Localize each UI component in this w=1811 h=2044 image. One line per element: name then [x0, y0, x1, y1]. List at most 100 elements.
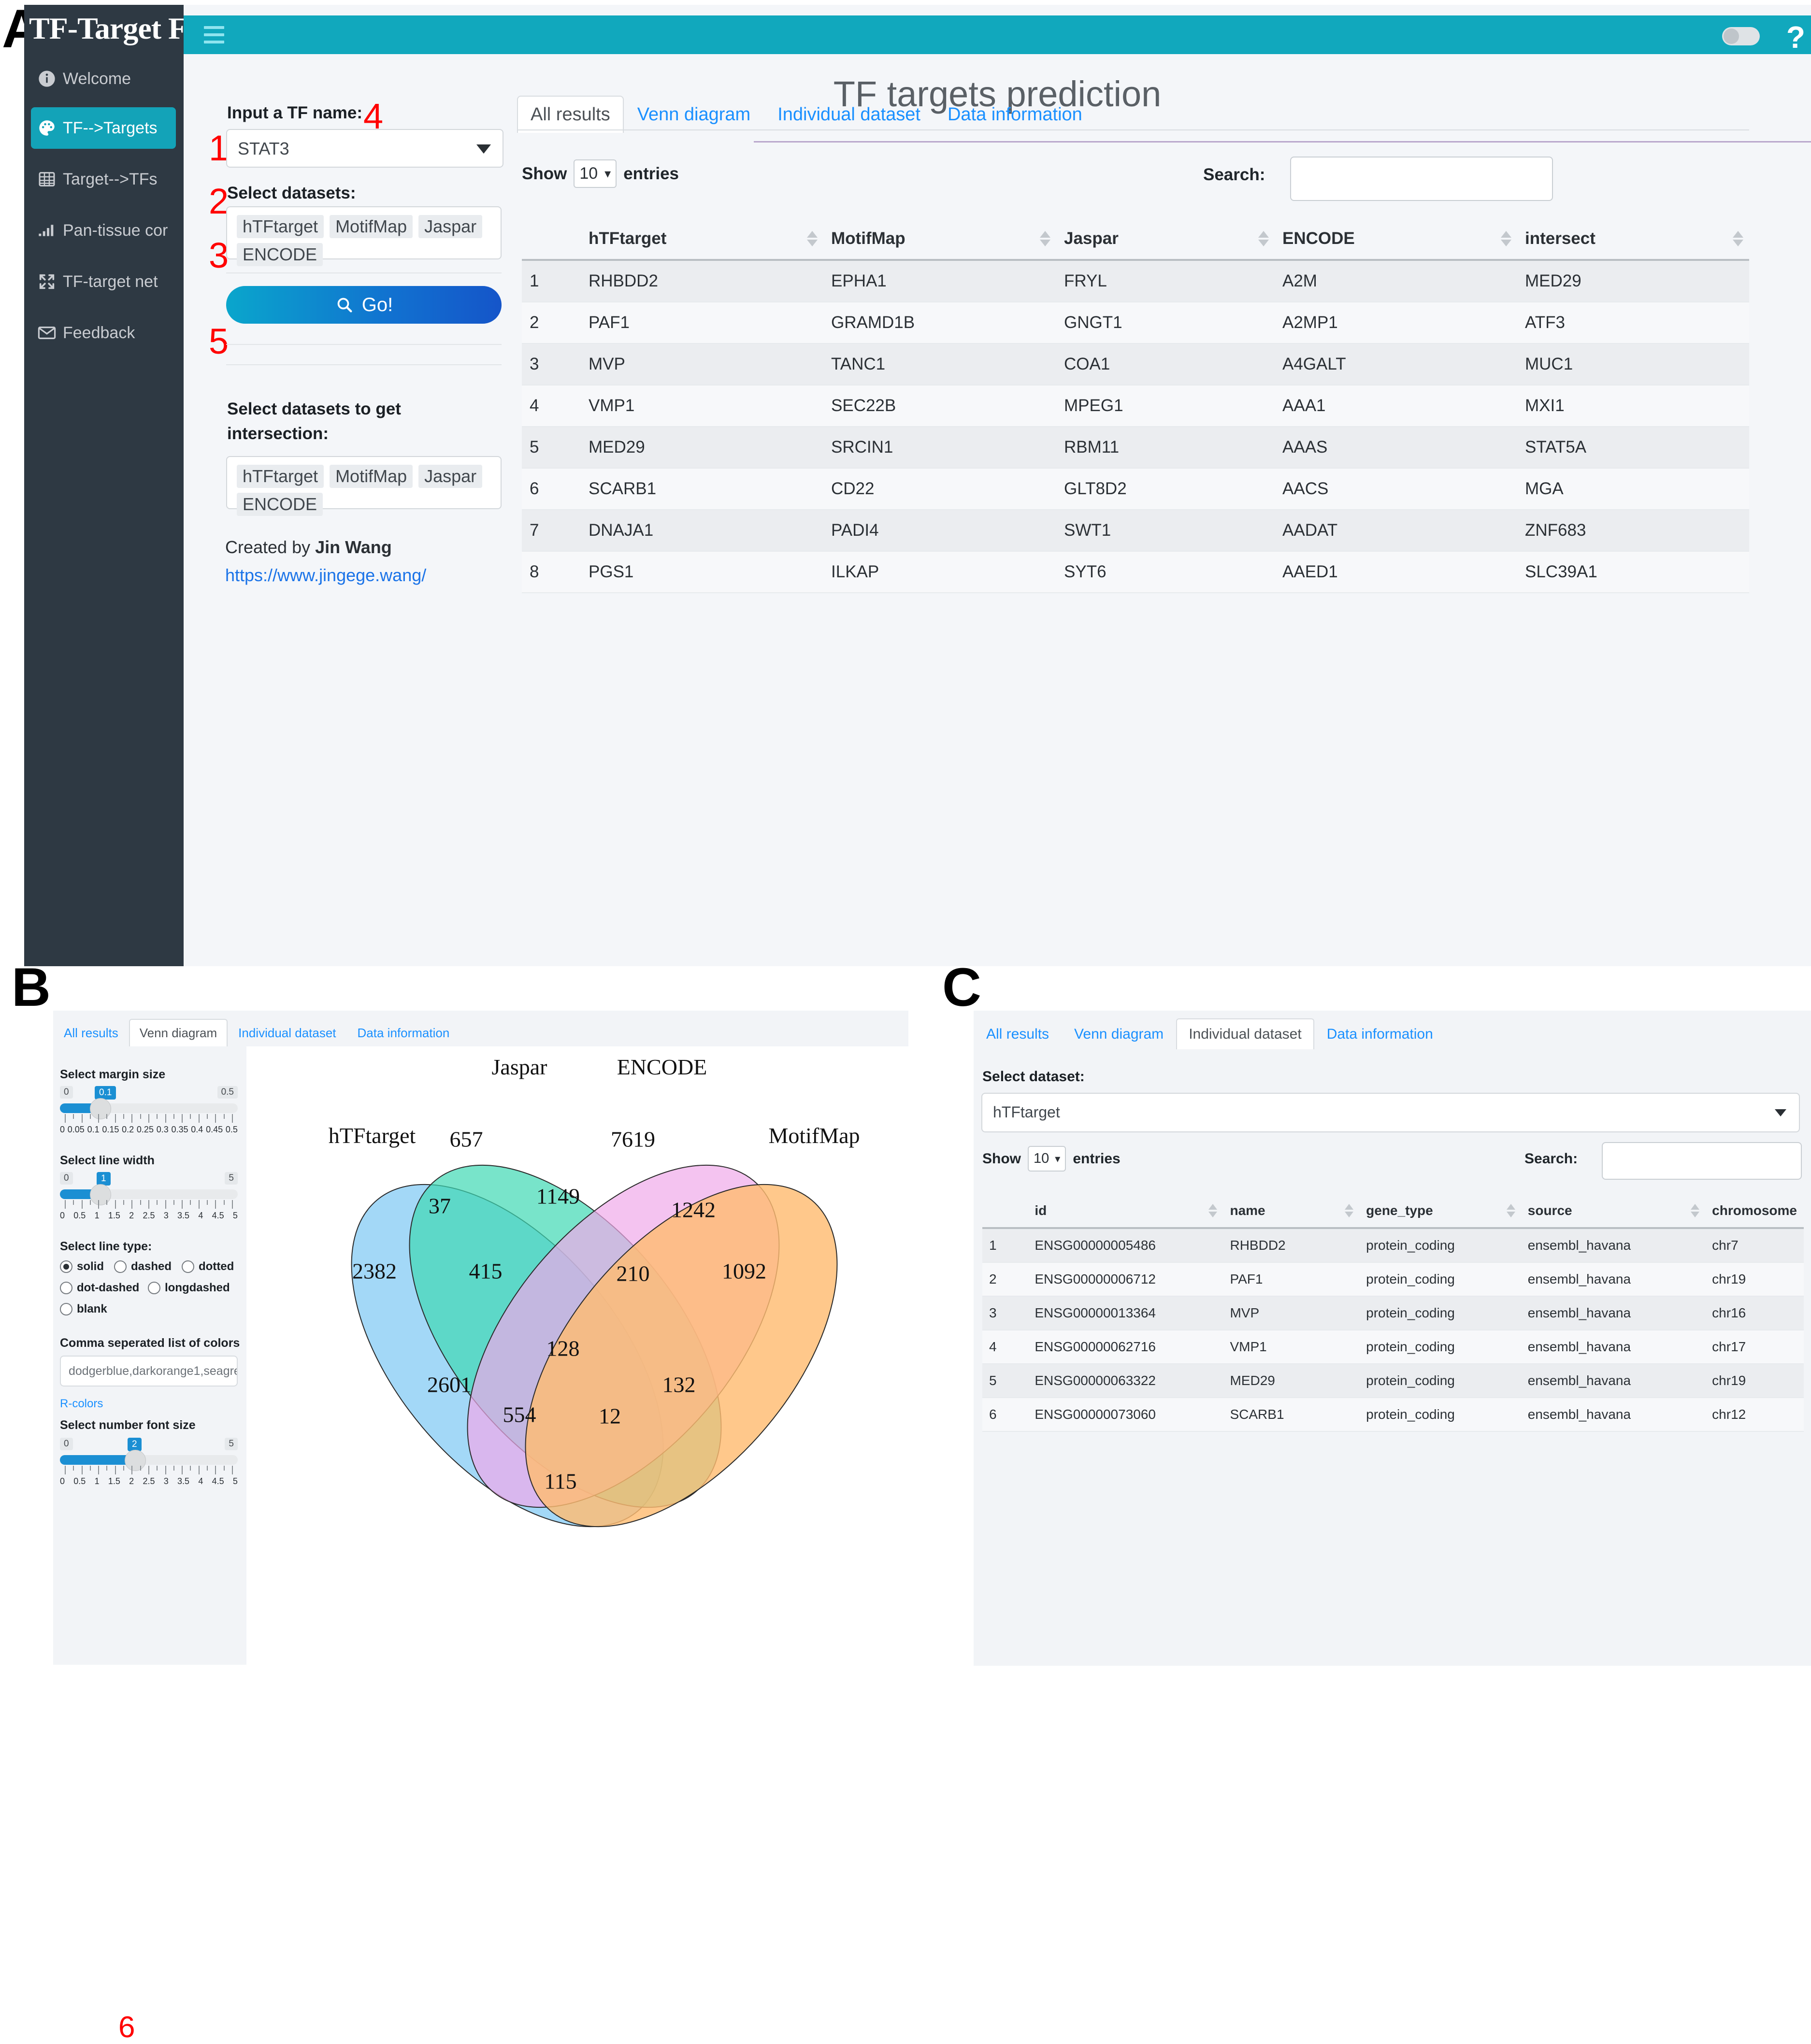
tab-venn-diagram[interactable]: Venn diagram [624, 96, 764, 133]
line-width-slider[interactable]: 0 1 5 00.511.522.533.544.55 [60, 1172, 238, 1229]
th-gene-type[interactable]: gene_type [1359, 1194, 1521, 1228]
slider-ticks [65, 1466, 233, 1474]
table-row[interactable]: 7DNAJA1PADI4SWT1AADATZNF683 [522, 510, 1749, 551]
show-label: Show [522, 164, 567, 184]
intersection-chip[interactable]: MotifMap [330, 465, 413, 488]
table-header-row: hTFtarget MotifMap Jaspar ENCODE interse… [522, 218, 1749, 260]
sort-arrows-icon[interactable] [807, 231, 818, 246]
cell: protein_coding [1359, 1364, 1521, 1398]
tab-all-results[interactable]: All results [974, 1018, 1062, 1049]
table-row[interactable]: 3ENSG00000013364MVPprotein_codingensembl… [982, 1296, 1804, 1330]
radio-dot-dashed[interactable]: dot-dashed [60, 1281, 139, 1295]
tab-individual-dataset[interactable]: Individual dataset [1176, 1018, 1314, 1049]
th-name[interactable]: name [1223, 1194, 1359, 1228]
credit-link[interactable]: https://www.jingege.wang/ [225, 565, 426, 586]
radio-longdashed[interactable]: longdashed [148, 1281, 230, 1295]
sidebar-item-target-tfs[interactable]: Target-->TFs [31, 158, 176, 200]
search-input[interactable] [1290, 157, 1553, 201]
radio-blank[interactable]: blank [60, 1302, 107, 1316]
tab-all-results[interactable]: All results [53, 1019, 129, 1046]
table-row[interactable]: 8PGS1ILKAPSYT6AAED1SLC39A1 [522, 551, 1749, 593]
table-row[interactable]: 4VMP1SEC22BMPEG1AAA1MXI1 [522, 385, 1749, 427]
slider-value: 2 [128, 1438, 142, 1451]
sidebar-item-tf-target-net[interactable]: TF-target net [31, 261, 176, 302]
entries-select[interactable]: 10 ▾ [1028, 1146, 1066, 1172]
sidebar-item-feedback[interactable]: Feedback [31, 312, 176, 354]
number-font-size-slider[interactable]: 0 2 5 00.511.522.533.544.55 [60, 1438, 238, 1495]
sidebar-item-label: Target-->TFs [63, 170, 158, 189]
th-jaspar[interactable]: Jaspar [1056, 218, 1275, 260]
th-encode[interactable]: ENCODE [1275, 218, 1517, 260]
table-row[interactable]: 3MVPTANC1COA1A4GALTMUC1 [522, 343, 1749, 385]
select-datasets-field[interactable]: hTFtargetMotifMapJasparENCODE [226, 206, 502, 259]
intersection-datasets-field[interactable]: hTFtargetMotifMapJasparENCODE [226, 456, 502, 509]
tab-data-information[interactable]: Data information [934, 96, 1096, 133]
tab-data-information[interactable]: Data information [1314, 1018, 1446, 1049]
sidebar-item-pan-tissue-cor[interactable]: Pan-tissue cor [31, 210, 176, 251]
th-intersect[interactable]: intersect [1517, 218, 1749, 260]
radio-solid[interactable]: solid [60, 1260, 104, 1273]
sort-arrows-icon[interactable] [1733, 231, 1743, 246]
sidebar-item-welcome[interactable]: Welcome [31, 58, 176, 100]
table-row[interactable]: 2ENSG00000006712PAF1protein_codingensemb… [982, 1262, 1804, 1296]
tab-individual-dataset[interactable]: Individual dataset [228, 1019, 346, 1046]
tab-underline [517, 129, 1749, 130]
dataset-chip[interactable]: MotifMap [330, 215, 413, 238]
hamburger-menu-icon[interactable] [204, 26, 224, 43]
theme-toggle-switch[interactable] [1722, 27, 1760, 45]
tab-all-results[interactable]: All results [517, 96, 624, 133]
th-motifmap[interactable]: MotifMap [823, 218, 1056, 260]
table-row[interactable]: 5ENSG00000063322MED29protein_codingensem… [982, 1364, 1804, 1398]
sort-arrows-icon[interactable] [1507, 1204, 1515, 1217]
go-button[interactable]: Go! [226, 286, 502, 324]
th-htftarget[interactable]: hTFtarget [581, 218, 823, 260]
table-row[interactable]: 1ENSG00000005486RHBDD2protein_codingense… [982, 1228, 1804, 1262]
cell: SCARB1 [581, 468, 823, 510]
th-source[interactable]: source [1521, 1194, 1705, 1228]
table-row[interactable]: 6ENSG00000073060SCARB1protein_codingense… [982, 1398, 1804, 1431]
radio-dashed[interactable]: dashed [114, 1260, 172, 1273]
dataset-chip[interactable]: hTFtarget [237, 215, 324, 238]
tick: 3 [164, 1476, 169, 1487]
th-chromosome[interactable]: chromosome [1705, 1194, 1804, 1228]
sort-arrows-icon[interactable] [1691, 1204, 1699, 1217]
intersection-chip[interactable]: hTFtarget [237, 465, 324, 488]
sort-arrows-icon[interactable] [1040, 231, 1050, 246]
radio-dotted[interactable]: dotted [182, 1260, 234, 1273]
sidebar-item-tf-targets[interactable]: TF-->Targets [31, 107, 176, 149]
sort-arrows-icon[interactable] [1501, 231, 1511, 246]
table-row[interactable]: 1RHBDD2EPHA1FRYLA2MMED29 [522, 260, 1749, 302]
margin-size-slider[interactable]: 0 0.1 0.5 00.050.10.150.20.250.30.350.40… [60, 1086, 238, 1143]
cell: chr19 [1705, 1364, 1804, 1398]
th-id[interactable]: id [1028, 1194, 1223, 1228]
dataset-select[interactable]: hTFtarget [981, 1093, 1800, 1132]
dataset-chip[interactable]: ENCODE [237, 243, 323, 266]
radio-label: dashed [131, 1260, 172, 1273]
tick: 0.15 [102, 1125, 119, 1135]
dataset-chip[interactable]: Jaspar [418, 215, 482, 238]
entries-label: entries [1073, 1151, 1120, 1167]
table-row[interactable]: 2PAF1GRAMD1BGNGT1A2MP1ATF3 [522, 302, 1749, 343]
search-input[interactable] [1602, 1142, 1802, 1180]
tab-individual-dataset[interactable]: Individual dataset [764, 96, 934, 133]
intersection-chip[interactable]: ENCODE [237, 493, 323, 516]
table-row[interactable]: 4ENSG00000062716VMP1protein_codingensemb… [982, 1330, 1804, 1364]
sort-arrows-icon[interactable] [1258, 231, 1269, 246]
colors-input[interactable]: dodgerblue,darkorange1,seagreen [60, 1356, 238, 1386]
sort-arrows-icon[interactable] [1208, 1204, 1217, 1217]
help-icon[interactable]: ? [1786, 19, 1805, 55]
tf-name-select[interactable]: STAT3 [226, 129, 503, 168]
intersection-chip[interactable]: Jaspar [418, 465, 482, 488]
cell: chr12 [1705, 1398, 1804, 1431]
sort-arrows-icon[interactable] [1345, 1204, 1353, 1217]
tab-data-information[interactable]: Data information [347, 1019, 460, 1046]
tab-venn-diagram[interactable]: Venn diagram [1062, 1018, 1176, 1049]
table-row[interactable]: 5MED29SRCIN1RBM11AAASSTAT5A [522, 427, 1749, 468]
table-row[interactable]: 6SCARB1CD22GLT8D2AACSMGA [522, 468, 1749, 510]
cell: PGS1 [581, 551, 823, 593]
slider-min: 0 [60, 1172, 73, 1185]
tab-venn-diagram[interactable]: Venn diagram [129, 1019, 228, 1046]
r-colors-link[interactable]: R-colors [60, 1397, 103, 1411]
panel-b-screenshot: All results Venn diagram Individual data… [24, 1000, 908, 1666]
entries-select[interactable]: 10 ▾ [574, 159, 617, 188]
